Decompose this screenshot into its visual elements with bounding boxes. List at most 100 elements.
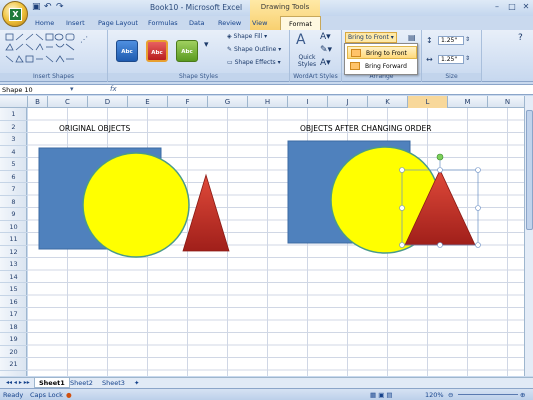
vertical-scrollbar[interactable] [524,96,533,376]
shape-styles-label: Shape Styles [108,73,289,81]
row-header-16[interactable]: 16 [0,296,27,308]
style-green-button[interactable]: Abc [176,40,198,62]
menu-item-bring-to-front[interactable]: Bring to Front [347,46,417,59]
column-header-m[interactable]: M [448,96,488,108]
sheet-nav-icon[interactable]: ◂◂ ◂ ▸ ▸▸ [2,378,34,388]
row-header-8[interactable]: 8 [0,196,27,208]
worksheet-grid[interactable]: ORIGINAL OBJECTS OBJECTS AFTER CHANGING … [28,108,524,376]
status-ready: Ready [3,391,24,399]
align-icon[interactable]: ▤ [408,33,416,42]
column-header-g[interactable]: G [208,96,248,108]
select-all[interactable] [0,96,28,108]
office-button[interactable]: X [2,1,28,27]
name-box[interactable]: Shape 10 [2,86,72,94]
yellow-circle-original[interactable] [82,152,190,258]
width-spinner[interactable]: ⇕ [465,55,470,62]
tab-format[interactable]: Format [280,16,321,30]
bring-to-front-menu: Bring to Front Bring Forward [344,43,418,75]
tab-review[interactable]: Review [218,19,241,27]
save-icon[interactable]: ▣ [32,2,41,12]
column-header-e[interactable]: E [128,96,168,108]
row-header-9[interactable]: 9 [0,208,27,221]
column-header-l[interactable]: L [408,96,448,108]
column-header-h[interactable]: H [248,96,288,108]
column-header-f[interactable]: F [168,96,208,108]
shape-styles-group: Abc Abc Abc ▾ ◈ Shape Fill ▾ ✎ Shape Out… [108,30,290,82]
insert-sheet-icon[interactable]: ✦ [130,378,143,388]
row-header-20[interactable]: 20 [0,346,27,358]
zoom-out-icon[interactable]: ⊖ [448,391,453,399]
red-triangle-original[interactable] [182,173,230,252]
zoom-slider[interactable] [458,394,518,395]
shapes-gallery-icon[interactable]: ⋰ [4,32,104,72]
quick-styles-icon[interactable]: A [296,32,306,48]
tab-formulas[interactable]: Formulas [148,19,178,27]
row-header-6[interactable]: 6 [0,171,27,183]
text-effects-icon[interactable]: A▾ [320,58,331,68]
width-icon: ↔ [426,55,433,64]
style-blue-button[interactable]: Abc [116,40,138,62]
row-header-17[interactable]: 17 [0,308,27,321]
column-header-c[interactable]: C [48,96,88,108]
scroll-thumb[interactable] [526,110,533,230]
quick-styles-button[interactable]: Quick Styles [294,54,320,68]
tab-data[interactable]: Data [189,19,205,27]
row-header-4[interactable]: 4 [0,146,27,158]
tab-insert[interactable]: Insert [66,19,85,27]
style-red-button[interactable]: Abc [146,40,168,62]
shape-effects-button[interactable]: ▭ Shape Effects ▾ [227,59,281,66]
sheet-tab-3[interactable]: Sheet3 [98,378,129,388]
gallery-more-icon[interactable]: ▾ [204,40,209,50]
bring-to-front-button[interactable]: Bring to Front ▾ [345,32,397,43]
row-header-13[interactable]: 13 [0,258,27,271]
row-header-10[interactable]: 10 [0,221,27,233]
sheet-tab-2[interactable]: Sheet2 [66,378,97,388]
text-outline-icon[interactable]: ✎▾ [320,45,332,55]
column-header-n[interactable]: N [488,96,528,108]
width-input[interactable]: 1.25" [438,55,464,64]
column-header-b[interactable]: B [28,96,48,108]
row-header-21[interactable]: 21 [0,358,27,371]
help-icon[interactable]: ? [518,33,523,43]
undo-icon[interactable]: ↶ [44,2,52,12]
row-header-7[interactable]: 7 [0,183,27,196]
namebox-dropdown-icon[interactable]: ▾ [70,85,74,93]
row-header-11[interactable]: 11 [0,233,27,246]
maximize-button[interactable]: □ [505,2,519,13]
row-header-3[interactable]: 3 [0,133,27,146]
sheet-tab-1[interactable]: Sheet1 [34,378,70,388]
insert-function-icon[interactable]: fx [110,85,117,93]
menu-item-bring-forward[interactable]: Bring Forward [347,60,417,73]
rotation-handle[interactable] [436,153,444,161]
redo-icon[interactable]: ↷ [56,2,64,12]
macro-record-icon[interactable]: ● [66,391,72,399]
minimize-button[interactable]: – [490,2,504,13]
row-header-5[interactable]: 5 [0,158,27,171]
zoom-in-icon[interactable]: ⊕ [520,391,525,399]
tab-view[interactable]: View [252,19,267,27]
row-header-18[interactable]: 18 [0,321,27,333]
text-fill-icon[interactable]: A▾ [320,32,331,42]
menu-item-label: Bring to Front [366,50,407,57]
row-headers: 1 2 3 4 5 6 7 8 9 10 11 12 13 14 15 16 17 18 19 20 21 [0,108,27,376]
column-header-k[interactable]: K [368,96,408,108]
row-header-2[interactable]: 2 [0,121,27,133]
height-spinner[interactable]: ⇕ [465,36,470,43]
height-input[interactable]: 1.25" [438,36,464,45]
row-header-19[interactable]: 19 [0,333,27,346]
column-header-i[interactable]: I [288,96,328,108]
zoom-level[interactable]: 120% [425,391,444,399]
row-header-12[interactable]: 12 [0,246,27,258]
column-header-j[interactable]: J [328,96,368,108]
shape-fill-button[interactable]: ◈ Shape Fill ▾ [227,33,267,40]
row-header-14[interactable]: 14 [0,271,27,283]
close-button[interactable]: ✕ [519,2,533,13]
shape-outline-button[interactable]: ✎ Shape Outline ▾ [227,46,281,53]
tab-home[interactable]: Home [35,19,54,27]
row-header-15[interactable]: 15 [0,283,27,296]
view-buttons[interactable]: ▦ ▣ ▤ [370,391,393,399]
tab-page-layout[interactable]: Page Layout [98,19,138,27]
row-header-1[interactable]: 1 [0,108,27,121]
column-header-d[interactable]: D [88,96,128,108]
size-label: Size [422,73,481,81]
